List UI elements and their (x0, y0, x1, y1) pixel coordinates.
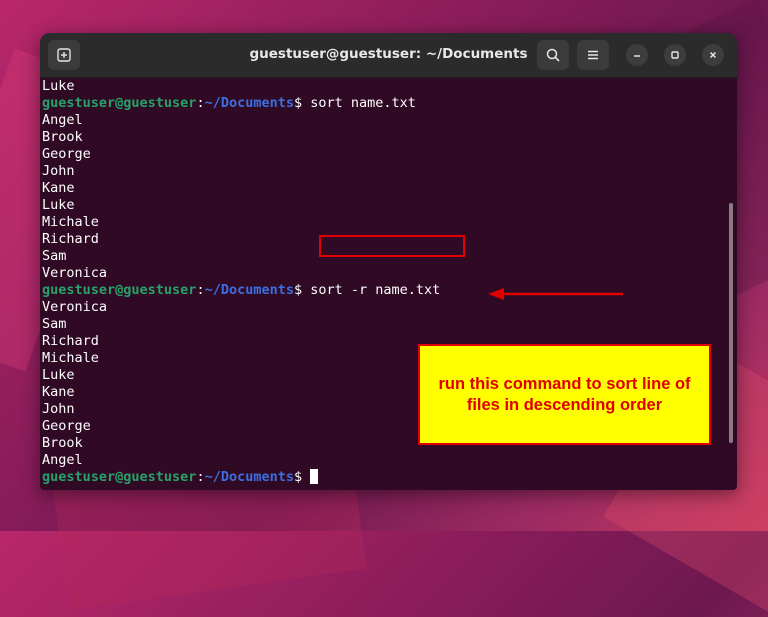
output-line: Veronica (42, 299, 108, 315)
output-line: Richard (42, 231, 99, 247)
close-button[interactable] (702, 44, 724, 66)
maximize-icon (671, 51, 679, 59)
output-line: Luke (42, 367, 75, 383)
output-line: Brook (42, 129, 83, 145)
prompt-colon: : (196, 469, 205, 485)
prompt-path: ~/Documents (204, 95, 294, 111)
output-line: John (42, 163, 75, 179)
prompt-symbol: $ (293, 95, 303, 111)
output-line: Brook (42, 435, 83, 451)
minimize-icon (634, 55, 640, 57)
callout-text: run this command to sort line of files i… (438, 374, 691, 414)
output-line: Luke (42, 78, 75, 94)
close-icon (709, 51, 717, 59)
maximize-button[interactable] (664, 44, 686, 66)
output-line: Angel (42, 112, 83, 128)
menu-button[interactable] (577, 40, 609, 70)
output-line: Luke (42, 197, 75, 213)
output-line: Sam (42, 316, 67, 332)
prompt-line: guestuser@guestuser:~/Documents$ sort -r… (42, 282, 440, 299)
command-text: sort -r name.txt (302, 282, 441, 298)
minimize-button[interactable] (626, 44, 648, 66)
annotation-arrow (488, 288, 623, 300)
output-line: Richard (42, 333, 99, 349)
output-line: Michale (42, 214, 99, 230)
command-text (302, 469, 310, 485)
text-cursor (310, 469, 319, 484)
prompt-user-host: guestuser@guestuser (42, 282, 197, 298)
output-line: Angel (42, 452, 83, 468)
prompt-colon: : (196, 95, 205, 111)
output-line: George (42, 418, 91, 434)
hamburger-menu-icon (588, 50, 598, 60)
annotation-callout: run this command to sort line of files i… (418, 344, 711, 445)
prompt-line: guestuser@guestuser:~/Documents$ sort na… (42, 95, 416, 112)
scrollbar[interactable] (729, 203, 733, 443)
search-button[interactable] (537, 40, 569, 70)
prompt-path: ~/Documents (204, 469, 294, 485)
prompt-symbol: $ (293, 469, 303, 485)
prompt-line: guestuser@guestuser:~/Documents$ (42, 469, 319, 486)
prompt-symbol: $ (293, 282, 303, 298)
command-highlight-box (319, 235, 465, 257)
prompt-user-host: guestuser@guestuser (42, 469, 197, 485)
title-bar[interactable]: guestuser@guestuser: ~/Documents (40, 33, 737, 78)
output-line: Kane (42, 384, 75, 400)
prompt-user-host: guestuser@guestuser (42, 95, 197, 111)
command-text: sort name.txt (302, 95, 416, 111)
output-line: Michale (42, 350, 99, 366)
output-line: Kane (42, 180, 75, 196)
prompt-colon: : (196, 282, 205, 298)
output-line: George (42, 146, 91, 162)
prompt-path: ~/Documents (204, 282, 294, 298)
output-line: John (42, 401, 75, 417)
output-line: Veronica (42, 265, 108, 281)
output-line: Sam (42, 248, 67, 264)
search-icon (546, 48, 560, 62)
